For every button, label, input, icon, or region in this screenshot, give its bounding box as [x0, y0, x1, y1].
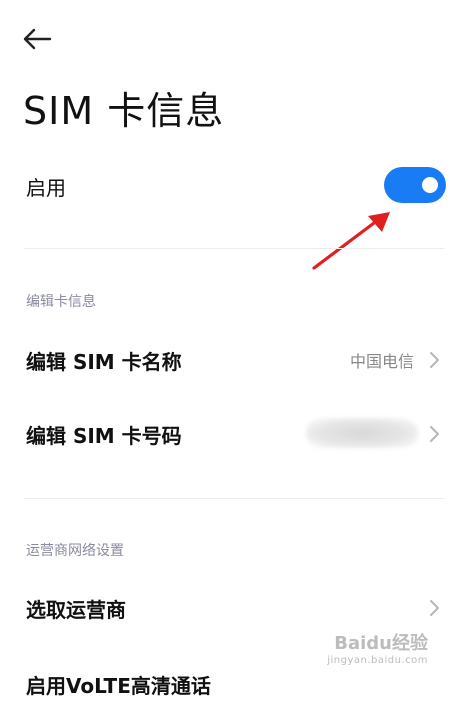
back-button[interactable]: [22, 22, 62, 56]
edit-sim-number-row[interactable]: 编辑 SIM 卡号码: [0, 406, 454, 462]
baidu-watermark: Baidu经验 jingyan.baidu.com: [327, 629, 428, 666]
arrow-left-icon: [23, 28, 52, 50]
edit-sim-number-label: 编辑 SIM 卡号码: [26, 423, 182, 448]
annotation-arrow: [312, 212, 390, 270]
enable-toggle[interactable]: [384, 167, 446, 203]
watermark-url: jingyan.baidu.com: [327, 655, 428, 666]
page-title: SIM 卡信息: [23, 89, 225, 133]
select-carrier-label: 选取运营商: [26, 597, 126, 622]
chevron-right-icon: [430, 352, 439, 368]
divider: [24, 248, 444, 249]
section-header-edit: 编辑卡信息: [26, 294, 96, 310]
enable-label: 启用: [26, 175, 66, 200]
chevron-right-icon: [430, 600, 439, 616]
chevron-right-icon: [430, 426, 439, 442]
sim-name-value: 中国电信: [349, 352, 414, 371]
edit-sim-name-row[interactable]: 编辑 SIM 卡名称 中国电信: [0, 332, 454, 388]
volte-label: 启用VoLTE高清通话: [26, 673, 211, 698]
edit-sim-name-label: 编辑 SIM 卡名称: [26, 349, 182, 374]
sim-number-blurred: [306, 418, 418, 448]
select-carrier-row[interactable]: 选取运营商: [0, 580, 454, 636]
toggle-knob: [422, 177, 438, 193]
section-header-carrier: 运营商网络设置: [26, 543, 124, 559]
watermark-brand: Baidu经验: [334, 633, 428, 654]
divider: [24, 498, 444, 499]
